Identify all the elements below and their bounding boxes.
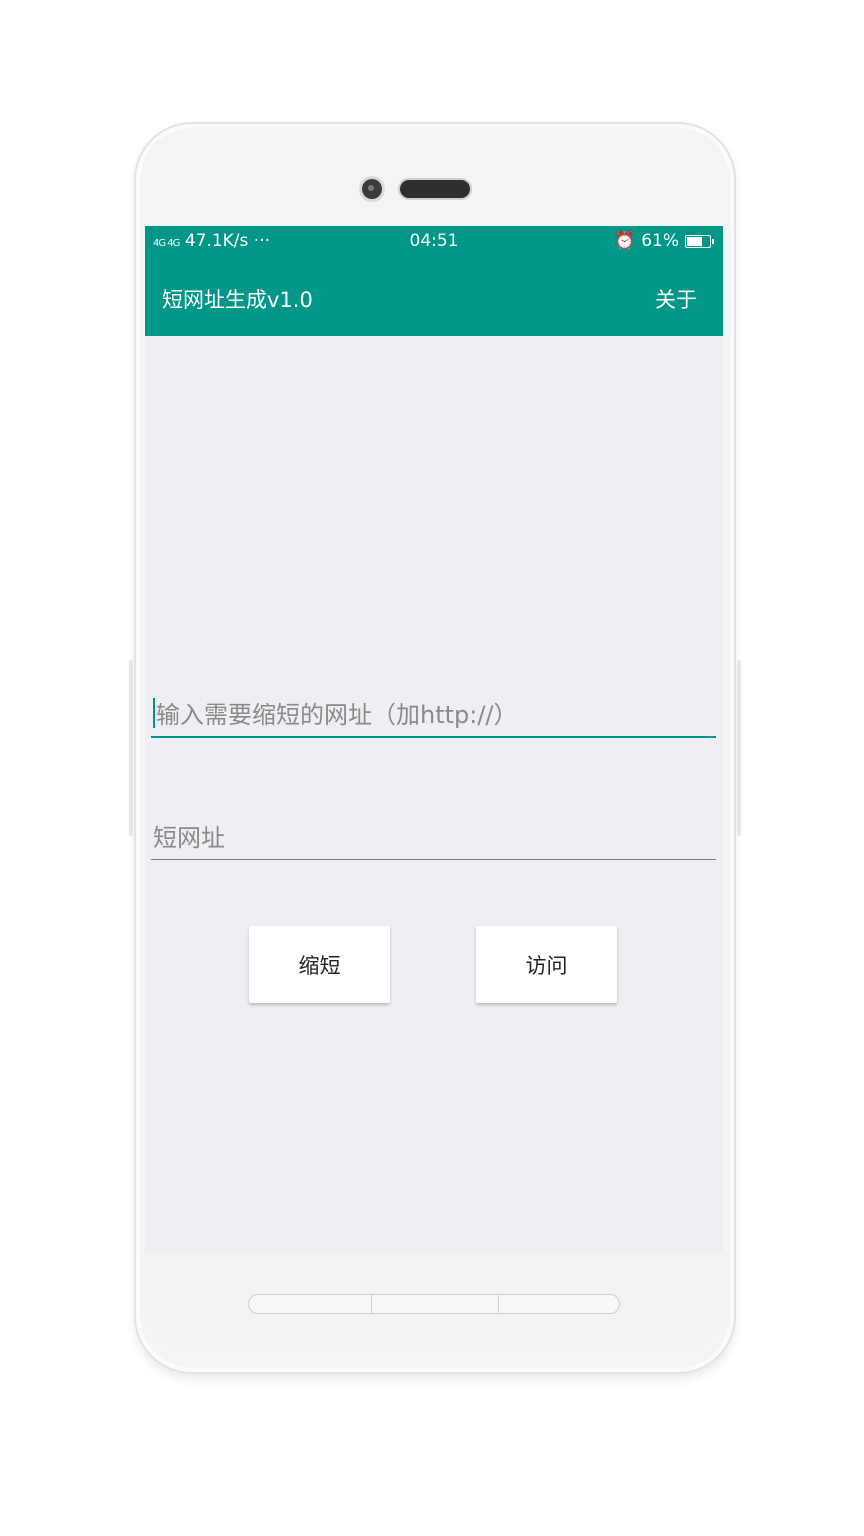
side-button-right [737, 660, 741, 836]
status-bar: 4G 4G 47.1K/s ··· 04:51 ⏰ 61% [145, 226, 723, 258]
phone-frame: 4G 4G 47.1K/s ··· 04:51 ⏰ 61% 短网址生成v1.0 … [129, 122, 741, 1374]
home-button[interactable] [248, 1294, 620, 1314]
short-url-field[interactable]: 短网址 [151, 814, 716, 860]
about-menu-item[interactable]: 关于 [655, 284, 697, 314]
visit-button[interactable]: 访问 [476, 926, 617, 1003]
home-button-divider [371, 1295, 372, 1313]
shorten-button[interactable]: 缩短 [249, 926, 390, 1003]
earpiece-speaker [400, 180, 470, 198]
status-right: ⏰ 61% [614, 231, 714, 251]
home-button-divider [498, 1295, 499, 1313]
url-input-placeholder: 输入需要缩短的网址（加http://） [156, 701, 518, 729]
app-screen: 4G 4G 47.1K/s ··· 04:51 ⏰ 61% 短网址生成v1.0 … [145, 226, 723, 1252]
battery-icon [685, 234, 714, 248]
short-url-placeholder: 短网址 [153, 824, 225, 852]
front-camera [362, 179, 382, 199]
side-button-left [129, 660, 133, 836]
url-input[interactable]: 输入需要缩短的网址（加http://） [151, 690, 716, 738]
alarm-icon: ⏰ [614, 231, 636, 251]
text-cursor [153, 698, 155, 728]
app-title: 短网址生成v1.0 [162, 288, 313, 312]
app-toolbar: 短网址生成v1.0 关于 [145, 258, 723, 336]
battery-percent: 61% [641, 231, 679, 251]
